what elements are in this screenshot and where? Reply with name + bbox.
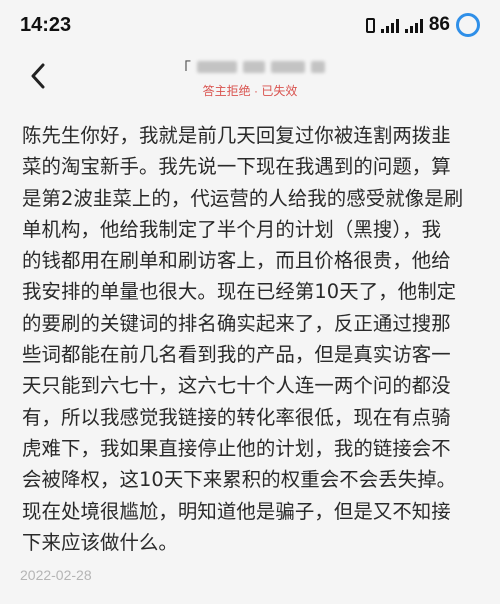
message-line: 陈先生你好，我就是前几天回复过你被连割两拨韭	[22, 124, 451, 147]
battery-ring-icon	[456, 13, 480, 37]
nav-title-blurred: 「	[175, 56, 340, 78]
message-line: 天只能到六七十，这六七十个人连一两个问的都没	[22, 374, 451, 398]
message-line: 我安排的单量也很大。现在已经第10天了，他制定	[22, 280, 457, 304]
blurred-text	[271, 61, 306, 73]
signal-icon	[380, 17, 399, 33]
battery-level: 86	[428, 14, 450, 35]
question-status: 答主拒绝 · 已失效	[202, 84, 298, 98]
message-date: 2022-02-28	[20, 567, 92, 583]
nav-title-mark: 「	[175, 59, 192, 78]
message-line: 单机构，他给我制定了半个月的计划（黑搜），我	[22, 217, 442, 241]
blurred-text	[197, 61, 238, 73]
message-line: 有，所以我感觉我链接的转化率很低，现在有点骑	[22, 405, 451, 429]
blurred-text	[243, 61, 266, 73]
message-line: 下来应该做什么。	[22, 530, 178, 554]
signal-icon	[404, 17, 423, 33]
status-bar: 14:23 86	[0, 0, 500, 52]
status-time: 14:23	[20, 14, 72, 36]
message-line: 现在处境很尴尬，明知道他是骗子，但是又不知接	[22, 499, 451, 523]
message-line: 虎难下，我如果直接停止他的计划，我的链接会不	[22, 436, 451, 460]
message-line: 会被降权，这10天下来累积的权重会不会丢失掉。	[22, 468, 457, 492]
message-line: 的要刷的关键词的排名确实起来了，反正通过搜那	[22, 311, 451, 335]
message-body: 陈先生你好，我就是前几天回复过你被连割两拨韭 菜的淘宝新手。我先说一下现在我遇到…	[22, 120, 482, 558]
nav-bar: 「 答主拒绝 · 已失效	[0, 52, 500, 102]
message-line: 的钱都用在刷单和刷访客上，而且价格很贵，他给	[22, 249, 451, 273]
status-icons: 86	[365, 10, 480, 40]
message-line: 些词都能在前几名看到我的产品，但是真实访客一	[22, 343, 451, 367]
message-line: 菜的淘宝新手。我先说一下现在我遇到的问题，算	[22, 155, 451, 179]
vibrate-icon	[365, 17, 375, 33]
message-line: 是第2波韭菜上的，代运营的人给我的感受就像是刷	[22, 186, 464, 210]
blurred-text	[311, 61, 326, 73]
